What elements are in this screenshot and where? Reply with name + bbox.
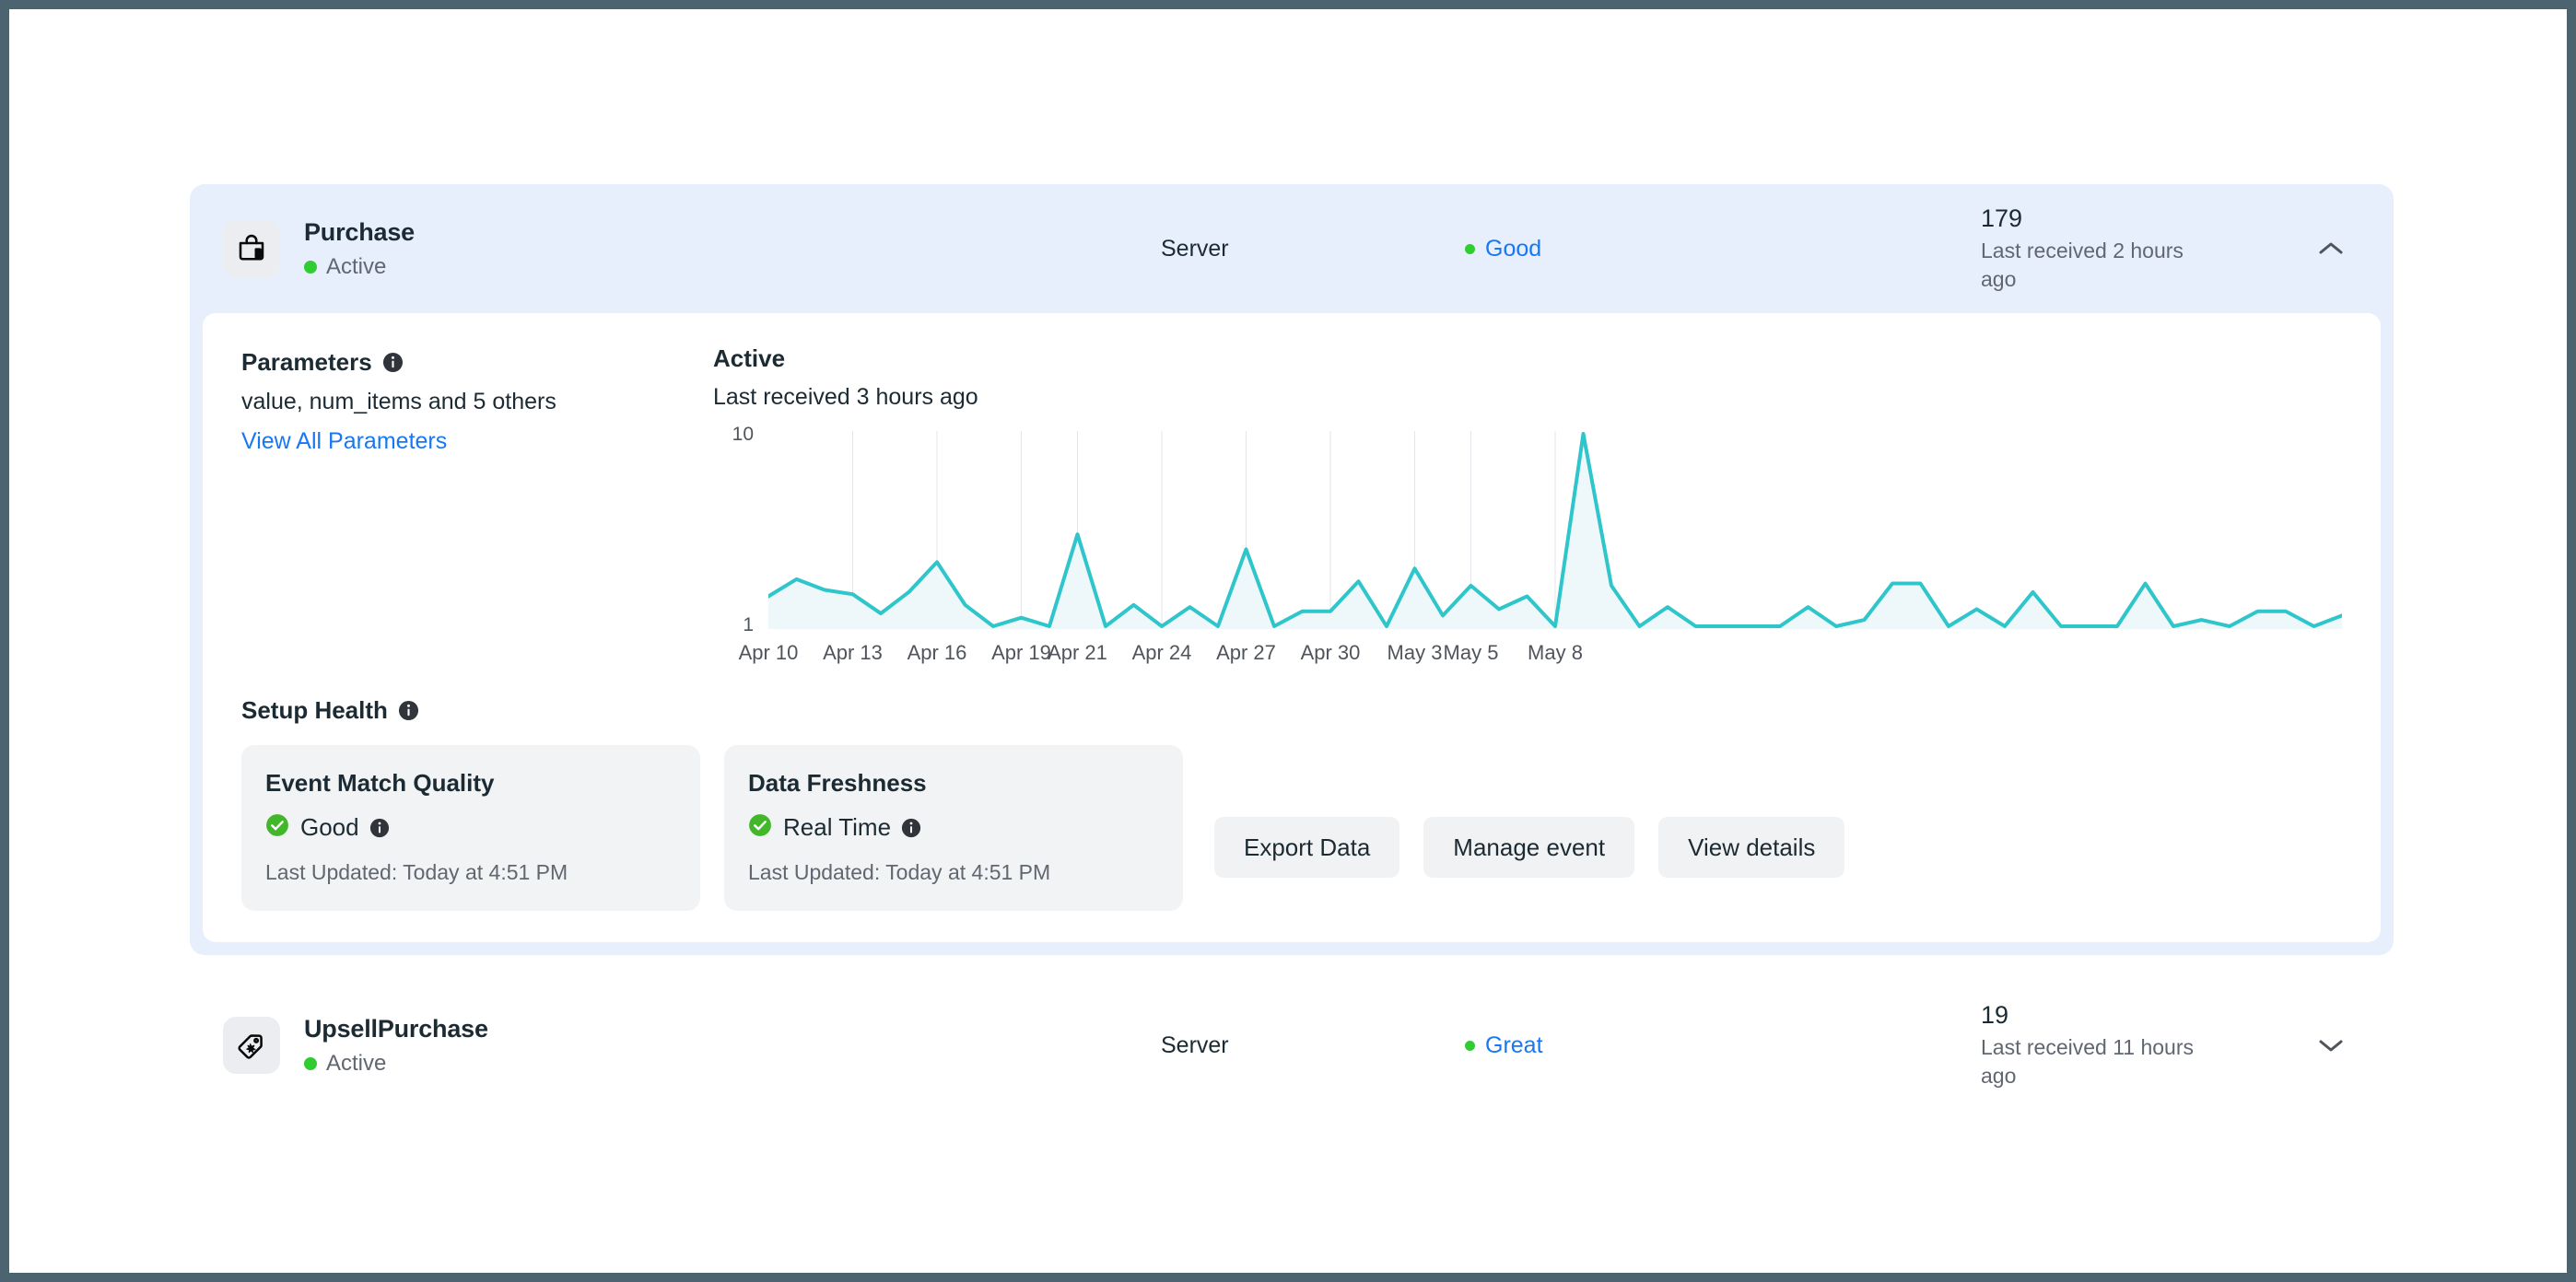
- chart-title: Active: [713, 344, 786, 372]
- manage-event-button[interactable]: Manage event: [1423, 817, 1635, 878]
- event-list: Purchase Active Server Good 179 Last rec…: [190, 184, 2394, 1110]
- view-details-button[interactable]: View details: [1658, 817, 1845, 878]
- setup-health-heading: Setup Health: [241, 696, 2342, 725]
- events-page: Purchase Active Server Good 179 Last rec…: [9, 9, 2567, 1273]
- event-name: UpsellPurchase: [304, 1014, 488, 1043]
- y-tick-max: 10: [732, 424, 754, 445]
- info-icon[interactable]: [398, 700, 419, 721]
- chart-plot-area: [768, 431, 2342, 629]
- setup-health-heading-label: Setup Health: [241, 696, 388, 724]
- chart-x-tick-label: Apr 10: [738, 641, 799, 664]
- health-card-status: Real Time: [748, 813, 1159, 842]
- chart-x-tick-label: Apr 27: [1216, 641, 1276, 664]
- health-card-data-freshness: Data Freshness Real Time Last Updated: T…: [724, 745, 1183, 911]
- parameters-section: Parameters value, num_items and 5 others…: [241, 344, 702, 661]
- chart-x-tick-label: May 5: [1443, 641, 1499, 664]
- chart-x-tick-label: Apr 21: [1048, 641, 1107, 664]
- quality-dot-icon: [1465, 243, 1475, 254]
- event-card-upsellpurchase: UpsellPurchase Active Server Great 19 La…: [190, 981, 2394, 1110]
- health-status-label: Good: [300, 813, 359, 841]
- health-card-title: Data Freshness: [748, 769, 927, 797]
- event-source: Server: [1161, 1031, 1229, 1058]
- health-card-status: Good: [265, 813, 676, 842]
- view-all-parameters-link[interactable]: View All Parameters: [241, 428, 447, 455]
- event-count-block: 19 Last received 11 hours ago: [1981, 1000, 2311, 1091]
- check-circle-icon: [265, 813, 289, 842]
- chart-x-tick-label: May 8: [1528, 641, 1583, 664]
- event-quality[interactable]: Great: [1465, 1032, 1981, 1059]
- event-count: 19: [1981, 1000, 2009, 1029]
- setup-health-row: Event Match Quality Good Last Updated: T…: [241, 745, 2342, 911]
- chart-y-axis: 10 1: [713, 424, 754, 635]
- chevron-down-icon[interactable]: [2311, 1037, 2351, 1054]
- event-title-block: UpsellPurchase Active: [304, 1014, 1161, 1078]
- chart-x-axis: Apr 10 Apr 13 Apr 16 Apr 19 Apr 21 Apr 24 Apr …: [739, 641, 2342, 669]
- event-title-block: Purchase Active: [304, 217, 1161, 281]
- event-count: 179: [1981, 204, 2023, 232]
- chevron-up-icon[interactable]: [2311, 240, 2351, 257]
- event-status-label: Active: [326, 254, 387, 280]
- shopping-bag-tag-icon: [223, 220, 280, 277]
- event-card-purchase: Purchase Active Server Good 179 Last rec…: [190, 184, 2394, 955]
- health-status-label: Real Time: [783, 813, 892, 841]
- price-tag-star-icon: [223, 1017, 280, 1074]
- event-last-received: Last received 2 hours ago: [1981, 239, 2184, 292]
- quality-dot-icon: [1465, 1040, 1475, 1051]
- chart-x-tick-label: Apr 30: [1300, 641, 1361, 664]
- y-tick-min: 1: [743, 614, 754, 635]
- event-quality[interactable]: Good: [1465, 236, 1981, 262]
- event-name: Purchase: [304, 217, 415, 246]
- chart-x-tick-label: Apr 19: [991, 641, 1051, 664]
- detail-top-row: Parameters value, num_items and 5 others…: [203, 344, 2381, 664]
- event-count-block: 179 Last received 2 hours ago: [1981, 204, 2311, 295]
- health-card-title: Event Match Quality: [265, 769, 495, 797]
- parameters-summary: value, num_items and 5 others: [241, 389, 556, 414]
- event-source: Server: [1161, 235, 1229, 262]
- event-last-received: Last received 11 hours ago: [1981, 1035, 2194, 1089]
- health-card-updated: Last Updated: Today at 4:51 PM: [265, 860, 568, 884]
- chart-x-tick-label: Apr 24: [1131, 641, 1192, 664]
- health-card-updated: Last Updated: Today at 4:51 PM: [748, 860, 1051, 884]
- parameters-heading: Parameters: [241, 348, 702, 377]
- info-icon[interactable]: [901, 818, 921, 838]
- chart-subtitle: Last received 3 hours ago: [713, 384, 978, 410]
- parameters-heading-label: Parameters: [241, 348, 372, 376]
- event-header-purchase[interactable]: Purchase Active Server Good 179 Last rec…: [190, 184, 2394, 313]
- chart-x-tick-label: May 3: [1387, 641, 1443, 664]
- activity-chart: 10 1 Apr 10 Apr 13 Apr 16 Apr 19 Apr 21 …: [713, 424, 2342, 664]
- health-card-event-match-quality: Event Match Quality Good Last Updated: T…: [241, 745, 700, 911]
- event-status-label: Active: [326, 1051, 387, 1077]
- chart-x-tick-label: Apr 13: [823, 641, 883, 664]
- event-status: Active: [304, 1051, 1161, 1077]
- event-quality-label[interactable]: Good: [1485, 236, 1541, 262]
- status-dot-icon: [304, 261, 317, 274]
- status-dot-icon: [304, 1057, 317, 1071]
- chart-x-tick-label: Apr 16: [907, 641, 967, 664]
- export-data-button[interactable]: Export Data: [1214, 817, 1400, 878]
- info-icon[interactable]: [369, 818, 390, 838]
- setup-health-section: Setup Health Event Match Quality Good La…: [203, 696, 2381, 911]
- event-status: Active: [304, 254, 1161, 280]
- event-header-upsellpurchase[interactable]: UpsellPurchase Active Server Great 19 La…: [190, 981, 2394, 1110]
- event-detail-panel: Parameters value, num_items and 5 others…: [203, 313, 2381, 942]
- chart-gridlines: [768, 431, 2342, 629]
- info-icon[interactable]: [382, 352, 404, 373]
- chart-svg: [768, 431, 2342, 629]
- event-quality-label[interactable]: Great: [1485, 1032, 1543, 1059]
- activity-chart-section: Active Last received 3 hours ago 10 1 Ap…: [702, 344, 2342, 664]
- event-actions: Export Data Manage event View details: [1214, 817, 1845, 878]
- check-circle-icon: [748, 813, 772, 842]
